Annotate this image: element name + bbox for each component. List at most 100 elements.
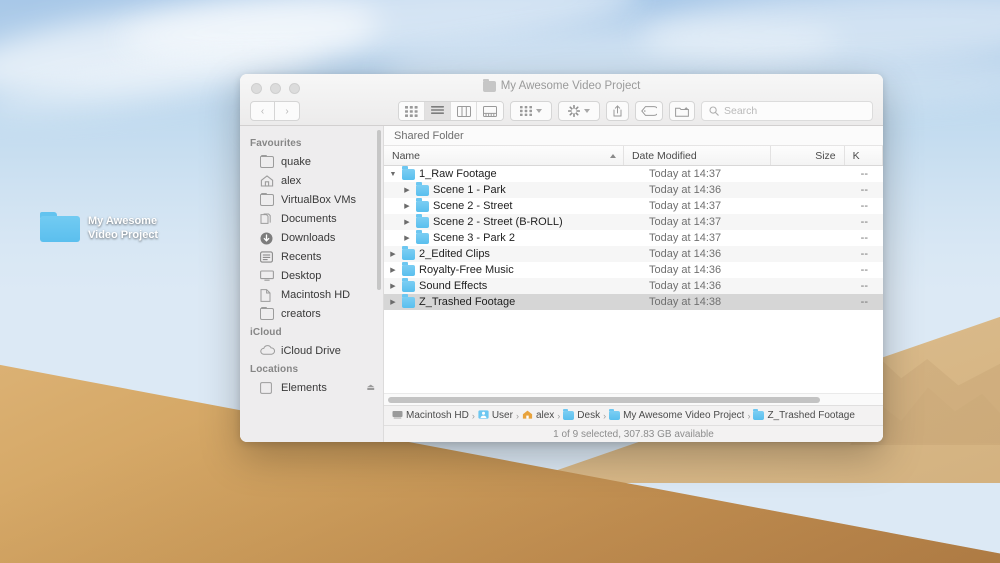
- table-row[interactable]: ▶Royalty-Free MusicToday at 14:36--Fo: [384, 262, 883, 278]
- search-icon: [709, 106, 719, 116]
- breadcrumb-item[interactable]: alex: [522, 410, 554, 422]
- table-row[interactable]: ▶2_Edited ClipsToday at 14:36--Fo: [384, 246, 883, 262]
- sidebar-item-elements[interactable]: Elements ⏏: [240, 378, 383, 397]
- kind-cell: Fo: [876, 214, 883, 230]
- column-header-kind[interactable]: K: [845, 146, 883, 165]
- sidebar-item-label: alex: [281, 175, 301, 187]
- sidebar-item-virtualbox-vms[interactable]: VirtualBox VMs: [240, 190, 383, 209]
- window-title: My Awesome Video Project: [240, 80, 883, 92]
- chevron-down-icon: [584, 109, 590, 113]
- desktop-folder-label-line2: Video Project: [88, 228, 158, 242]
- file-name-cell: ▶Z_Trashed Footage: [384, 294, 641, 310]
- sidebar[interactable]: Favourites quake alex VirtualBox VMs: [240, 126, 384, 442]
- gallery-view-button[interactable]: [477, 102, 503, 120]
- sidebar-item-macintosh-hd[interactable]: Macintosh HD: [240, 285, 383, 304]
- breadcrumb-separator: ›: [557, 411, 560, 421]
- folder-icon: [402, 281, 415, 292]
- sidebar-item-label: VirtualBox VMs: [281, 194, 356, 206]
- sidebar-item-downloads[interactable]: Downloads: [240, 228, 383, 247]
- sidebar-item-label: Documents: [281, 213, 337, 225]
- sidebar-item-label: iCloud Drive: [281, 345, 341, 357]
- table-row[interactable]: ▼1_Raw FootageToday at 14:37--Fo: [384, 166, 883, 182]
- back-button[interactable]: ‹: [250, 101, 275, 121]
- breadcrumb-item[interactable]: Z_Trashed Footage: [753, 410, 854, 421]
- disclosure-triangle-open-icon[interactable]: ▼: [388, 171, 398, 178]
- home-icon: [260, 175, 274, 187]
- date-modified-cell: Today at 14:37: [641, 166, 798, 182]
- breadcrumb-item[interactable]: Desk: [563, 410, 600, 421]
- column-view-button[interactable]: [451, 102, 477, 120]
- file-name-label: Scene 3 - Park 2: [433, 232, 515, 244]
- disclosure-triangle-closed-icon[interactable]: ▶: [402, 203, 412, 210]
- disclosure-triangle-closed-icon[interactable]: ▶: [388, 283, 398, 290]
- window-title-text: My Awesome Video Project: [501, 80, 641, 92]
- action-menu-button[interactable]: [558, 101, 600, 121]
- folder-icon: [40, 212, 80, 242]
- table-row[interactable]: ▶Scene 3 - Park 2Today at 14:37--Fo: [384, 230, 883, 246]
- list-view-button[interactable]: [425, 102, 451, 120]
- window-titlebar[interactable]: My Awesome Video Project ‹ ›: [240, 74, 883, 126]
- column-header-size[interactable]: Size: [771, 146, 845, 165]
- breadcrumb-item[interactable]: User: [478, 410, 513, 422]
- disclosure-triangle-closed-icon[interactable]: ▶: [388, 267, 398, 274]
- column-header-name[interactable]: Name: [384, 146, 624, 165]
- table-row[interactable]: ▶Scene 2 - StreetToday at 14:37--Fo: [384, 198, 883, 214]
- share-button[interactable]: [606, 101, 629, 121]
- eject-icon[interactable]: ⏏: [366, 382, 375, 393]
- sidebar-scrollbar[interactable]: [377, 130, 381, 290]
- sidebar-item-alex[interactable]: alex: [240, 171, 383, 190]
- downloads-icon: [260, 232, 274, 244]
- disclosure-triangle-closed-icon[interactable]: ▶: [402, 187, 412, 194]
- breadcrumb-label: Macintosh HD: [406, 410, 469, 421]
- breadcrumb[interactable]: Macintosh HD›User›alex›Desk›My Awesome V…: [384, 405, 883, 425]
- horizontal-scrollbar-track[interactable]: [384, 393, 883, 405]
- sidebar-item-quake[interactable]: quake: [240, 152, 383, 171]
- disclosure-triangle-closed-icon[interactable]: ▶: [402, 219, 412, 226]
- sidebar-item-creators[interactable]: creators: [240, 304, 383, 323]
- disclosure-triangle-closed-icon[interactable]: ▶: [388, 251, 398, 258]
- tags-button[interactable]: [635, 101, 663, 121]
- file-list[interactable]: ▼1_Raw FootageToday at 14:37--Fo▶Scene 1…: [384, 166, 883, 393]
- disclosure-triangle-closed-icon[interactable]: ▶: [388, 299, 398, 306]
- search-input[interactable]: Search: [701, 101, 873, 121]
- size-cell: --: [798, 166, 876, 182]
- file-name-cell: ▶Scene 2 - Street (B-ROLL): [384, 214, 641, 230]
- kind-cell: Fo: [876, 246, 883, 262]
- desktop-folder-icon[interactable]: My Awesome Video Project: [40, 208, 158, 242]
- date-modified-cell: Today at 14:37: [641, 198, 798, 214]
- group-by-button[interactable]: [510, 101, 552, 121]
- home-icon: [522, 410, 533, 422]
- sidebar-item-label: Downloads: [281, 232, 335, 244]
- file-name-label: Royalty-Free Music: [419, 264, 514, 276]
- size-cell: --: [798, 230, 876, 246]
- new-folder-button[interactable]: [669, 101, 695, 121]
- disclosure-triangle-closed-icon[interactable]: ▶: [402, 235, 412, 242]
- breadcrumb-item[interactable]: Macintosh HD: [392, 410, 469, 422]
- table-row[interactable]: ▶Scene 1 - ParkToday at 14:36--Fo: [384, 182, 883, 198]
- column-header-date-modified[interactable]: Date Modified: [624, 146, 771, 165]
- forward-button[interactable]: ›: [275, 101, 300, 121]
- breadcrumb-item[interactable]: My Awesome Video Project: [609, 410, 744, 421]
- date-modified-cell: Today at 14:38: [641, 294, 798, 310]
- desktop: My Awesome Video Project My Awesome Vide…: [0, 0, 1000, 563]
- finder-window[interactable]: My Awesome Video Project ‹ ›: [240, 74, 883, 442]
- sidebar-item-label: Recents: [281, 251, 321, 263]
- horizontal-scrollbar-thumb[interactable]: [388, 397, 820, 403]
- folder-icon: [416, 201, 429, 212]
- desktop-icon: [563, 411, 574, 420]
- folder-icon: [753, 411, 764, 420]
- table-row[interactable]: ▶Z_Trashed FootageToday at 14:38--Fo: [384, 294, 883, 310]
- sidebar-item-icloud-drive[interactable]: iCloud Drive: [240, 341, 383, 360]
- desktop-folder-label-line1: My Awesome: [88, 214, 158, 228]
- date-modified-cell: Today at 14:37: [641, 214, 798, 230]
- sidebar-section-locations-header: Locations: [240, 360, 383, 378]
- size-cell: --: [798, 278, 876, 294]
- sidebar-item-desktop[interactable]: Desktop: [240, 266, 383, 285]
- table-row[interactable]: ▶Sound EffectsToday at 14:36--Fo: [384, 278, 883, 294]
- icon-view-button[interactable]: [399, 102, 425, 120]
- sidebar-item-recents[interactable]: Recents: [240, 247, 383, 266]
- file-name-cell: ▶2_Edited Clips: [384, 246, 641, 262]
- sidebar-item-documents[interactable]: Documents: [240, 209, 383, 228]
- table-row[interactable]: ▶Scene 2 - Street (B-ROLL)Today at 14:37…: [384, 214, 883, 230]
- file-name-cell: ▶Scene 1 - Park: [384, 182, 641, 198]
